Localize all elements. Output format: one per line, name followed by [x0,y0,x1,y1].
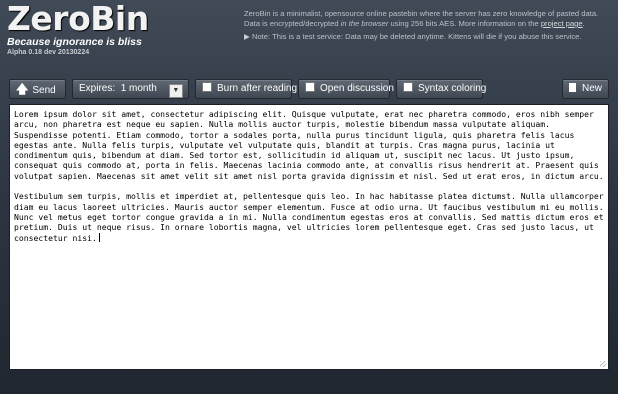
open-discussion-checkbox[interactable] [305,82,315,92]
play-arrow-icon: ▶ [244,32,250,41]
syntax-coloring-checkbox[interactable] [403,82,413,92]
app-title: ZeroBin [7,0,149,38]
burn-after-reading-option[interactable]: Burn after reading [195,79,297,99]
project-page-link[interactable]: project page [541,19,583,28]
chevron-down-icon: ▼ [168,84,183,98]
about-text: ZeroBin is a minimalist, opensource onli… [244,9,614,42]
about-line2: Data is encrypted/decrypted in the brows… [244,19,585,28]
resize-grip-icon[interactable] [600,361,606,367]
paste-textarea[interactable]: Lorem ipsum dolor sit amet, consectetur … [9,104,609,370]
new-document-icon [569,83,576,92]
new-button[interactable]: New [562,79,609,99]
test-service-note: ▶ Note: This is a test service: Data may… [244,32,582,41]
about-line1: ZeroBin is a minimalist, opensource onli… [244,9,599,18]
syntax-coloring-option[interactable]: Syntax coloring [396,79,486,99]
app-tagline: Because ignorance is bliss [7,36,142,48]
toolbar: 🡅 Send Expires: 1 month ▼ Burn after readi… [9,79,609,101]
paste-paragraph-1: Lorem ipsum dolor sit amet, consectetur … [14,109,604,181]
upload-arrow-icon: 🡅 [16,82,29,96]
paste-paragraph-2: Vestibulum sem turpis, mollis et imperdi… [14,191,604,243]
expires-select[interactable]: Expires: 1 month ▼ [72,79,189,99]
open-discussion-option[interactable]: Open discussion [298,79,394,99]
send-button[interactable]: 🡅 Send [9,79,66,99]
text-caret [98,232,100,242]
burn-after-reading-checkbox[interactable] [202,82,212,92]
expires-value: 1 month [120,83,157,94]
app-version: Alpha 0.18 dev 20130224 [7,49,90,56]
logo-block: ZeroBin Because ignorance is bliss Alpha… [7,2,149,58]
